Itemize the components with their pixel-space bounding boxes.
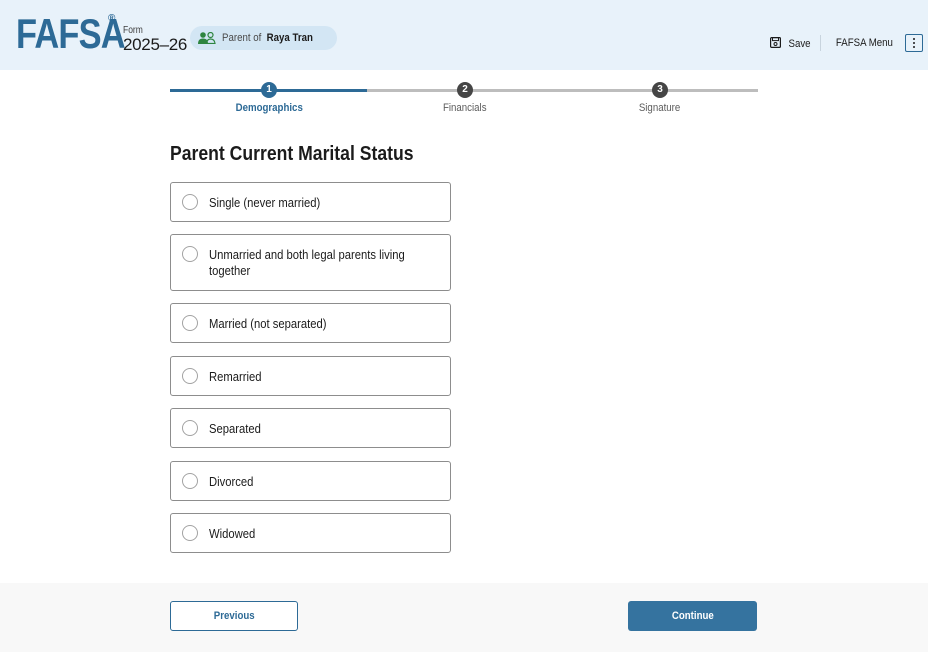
option-label: Separated xyxy=(209,422,261,436)
radio-button[interactable] xyxy=(182,525,198,541)
radio-button[interactable] xyxy=(182,473,198,489)
footer-bar xyxy=(0,583,928,652)
form-year: 2025–26 xyxy=(123,35,188,54)
option-label: Widowed xyxy=(209,527,256,541)
option-label: Single (never married) xyxy=(209,196,321,210)
save-label: Save xyxy=(788,38,811,50)
option-widowed[interactable]: Widowed xyxy=(170,513,451,553)
option-unmarried-living-together[interactable]: Unmarried and both legal parents living … xyxy=(170,234,451,291)
role-name: Raya Tran xyxy=(266,32,313,44)
radio-button[interactable] xyxy=(182,315,198,331)
option-label: Unmarried and both legal parents living … xyxy=(209,248,405,278)
step-label: Financials xyxy=(443,102,487,114)
menu-label: FAFSA Menu xyxy=(835,37,893,49)
step-number: 3 xyxy=(652,82,668,98)
option-divorced[interactable]: Divorced xyxy=(170,461,451,501)
option-remarried[interactable]: Remarried xyxy=(170,356,451,396)
radio-button[interactable] xyxy=(182,420,198,436)
option-single[interactable]: Single (never married) xyxy=(170,182,451,222)
step-number: 1 xyxy=(261,82,277,98)
step-number: 2 xyxy=(457,82,473,98)
option-married[interactable]: Married (not separated) xyxy=(170,303,451,343)
radio-button[interactable] xyxy=(182,194,198,210)
previous-button[interactable]: Previous xyxy=(170,601,298,631)
option-label: Married (not separated) xyxy=(209,317,327,331)
role-prefix: Parent of xyxy=(222,32,262,44)
option-label: Divorced xyxy=(209,475,254,489)
users-icon xyxy=(198,31,216,45)
radio-button[interactable] xyxy=(182,368,198,384)
previous-label: Previous xyxy=(213,610,255,622)
step-signature: 3 Signature xyxy=(600,82,720,116)
header-divider xyxy=(820,35,821,51)
kebab-menu-icon xyxy=(904,34,923,52)
fafsa-menu-button[interactable]: FAFSA Menu xyxy=(832,34,923,52)
save-button[interactable]: Save xyxy=(770,37,812,51)
page-title: Parent Current Marital Status xyxy=(170,143,414,165)
role-badge: Parent of Raya Tran xyxy=(190,26,338,50)
step-demographics: 1 Demographics xyxy=(209,82,329,116)
continue-label: Continue xyxy=(671,610,714,622)
registered-mark: ® xyxy=(108,13,116,24)
save-icon xyxy=(770,37,787,51)
site-header: FAFSA ® Form 2025–26 Parent of Raya Tran… xyxy=(0,0,928,70)
option-separated[interactable]: Separated xyxy=(170,408,451,448)
progress-stepper: 1 Demographics 2 Financials 3 Signature xyxy=(170,82,758,122)
radio-button[interactable] xyxy=(182,246,198,262)
continue-button[interactable]: Continue xyxy=(628,601,757,631)
step-financials: 2 Financials xyxy=(405,82,525,116)
step-label: Signature xyxy=(639,102,681,114)
step-label: Demographics xyxy=(235,102,303,114)
option-label: Remarried xyxy=(209,370,262,384)
